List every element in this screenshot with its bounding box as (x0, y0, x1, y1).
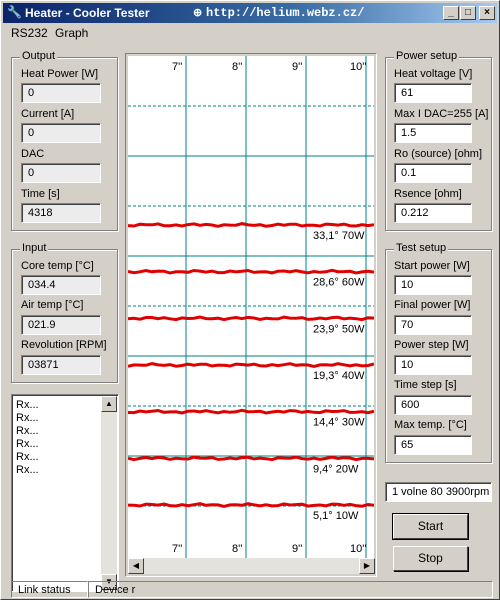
time-step-label: Time step [s] (394, 379, 457, 391)
revolution-value: 03871 (21, 355, 101, 375)
max-temp-label: Max temp. [°C] (394, 419, 467, 431)
status-bar: Link status Device r (3, 579, 497, 599)
chart-x-tick-label-top: 8'' (232, 61, 242, 73)
air-temp-value: 021.9 (21, 315, 101, 335)
heat-power-label: Heat Power [W] (21, 68, 99, 80)
chart-series-label: 23,9° 50W (313, 323, 365, 335)
temperature-chart: 7'' 7'' 8'' 8'' 9'' 9'' 10'' 10'' 33,1° 70W 28,6°… (128, 56, 374, 558)
link-status-panel: Link status (11, 581, 88, 598)
log-listbox[interactable]: Rx... Rx... Rx... Rx... Rx... Rx... ▲ ▼ (11, 394, 119, 592)
current-value: 0 (21, 123, 101, 143)
chart-series-label: 5,1° 10W (313, 510, 359, 522)
menu-bar: RS232 Graph (3, 23, 497, 41)
heat-voltage-input[interactable]: 61 (394, 83, 472, 103)
start-button[interactable]: Start (392, 513, 469, 540)
globe-icon: ⊕ (193, 7, 203, 19)
device-status-panel: Device r (88, 581, 493, 598)
power-step-input[interactable]: 10 (394, 355, 472, 375)
dac-label: DAC (21, 148, 45, 160)
ro-source-label: Ro (source) [ohm] (394, 148, 483, 160)
log-item[interactable]: Rx... (16, 451, 39, 463)
dac-value: 0 (21, 163, 101, 183)
chart-series-label: 28,6° 60W (313, 277, 365, 289)
log-item[interactable]: Rx... (16, 438, 39, 450)
chart-panel: 7'' 7'' 8'' 8'' 9'' 9'' 10'' 10'' 33,1° 70W 28,6°… (125, 53, 377, 577)
title-bar[interactable]: 🔧 Heater - Cooler Tester ⊕ http://helium… (3, 3, 497, 23)
chart-x-tick-label-bottom: 7'' (172, 543, 182, 555)
minimize-button[interactable]: _ (443, 6, 459, 20)
chart-x-tick-label-bottom: 10'' (350, 543, 366, 555)
log-item[interactable]: Rx... (16, 464, 39, 476)
power-step-label: Power step [W] (394, 339, 469, 351)
chart-series-label: 33,1° 70W (313, 230, 365, 242)
time-value: 4318 (21, 203, 101, 223)
core-temp-label: Core temp [°C] (21, 260, 94, 272)
maximize-button[interactable]: □ (460, 6, 476, 20)
air-temp-label: Air temp [°C] (21, 299, 84, 311)
input-legend: Input (20, 242, 49, 254)
current-label: Current [A] (21, 108, 75, 120)
log-item[interactable]: Rx... (16, 412, 39, 424)
log-item[interactable]: Rx... (16, 399, 39, 411)
test-description-input[interactable]: 1 volne 80 3900rpm (385, 482, 492, 502)
core-temp-value: 034.4 (21, 275, 101, 295)
start-power-label: Start power [W] (394, 260, 470, 272)
window-url: http://helium.webz.cz/ (206, 6, 365, 20)
max-temp-input[interactable]: 65 (394, 435, 472, 455)
power-setup-legend: Power setup (394, 50, 460, 62)
time-label: Time [s] (21, 188, 60, 200)
stop-button[interactable]: Stop (393, 546, 468, 571)
log-scrollbar[interactable]: ▲ ▼ (101, 396, 117, 590)
final-power-input[interactable]: 70 (394, 315, 472, 335)
chart-x-tick-label-bottom: 9'' (292, 543, 302, 555)
chart-x-tick-label-top: 7'' (172, 61, 182, 73)
heat-voltage-label: Heat voltage [V] (394, 68, 473, 80)
start-power-input[interactable]: 10 (394, 275, 472, 295)
output-legend: Output (20, 50, 58, 62)
heat-power-value: 0 (21, 83, 101, 103)
test-setup-legend: Test setup (394, 242, 449, 254)
chart-x-tick-label-top: 9'' (292, 61, 302, 73)
scroll-right-arrow-icon[interactable]: ▶ (359, 558, 375, 574)
scroll-left-arrow-icon[interactable]: ◀ (128, 558, 144, 574)
app-icon: 🔧 (7, 5, 22, 19)
window-title: Heater - Cooler Tester (25, 6, 150, 20)
scroll-up-arrow-icon[interactable]: ▲ (101, 396, 117, 412)
main-window: 🔧 Heater - Cooler Tester ⊕ http://helium… (0, 0, 500, 600)
log-item[interactable]: Rx... (16, 425, 39, 437)
time-step-input[interactable]: 600 (394, 395, 472, 415)
chart-background (128, 56, 374, 558)
chart-series-line (128, 268, 374, 275)
chart-horizontal-scrollbar[interactable]: ◀ ▶ (128, 558, 375, 574)
chart-series-label: 19,3° 40W (313, 370, 365, 382)
chart-series-label: 14,4° 30W (313, 417, 365, 429)
chart-series-label: 9,4° 20W (313, 463, 359, 475)
final-power-label: Final power [W] (394, 299, 471, 311)
close-button[interactable]: × (479, 6, 495, 20)
chart-x-tick-label-top: 10'' (350, 61, 366, 73)
rsence-input[interactable]: 0.212 (394, 203, 472, 223)
chart-x-tick-label-bottom: 8'' (232, 543, 242, 555)
revolution-label: Revolution [RPM] (21, 339, 107, 351)
max-i-dac-input[interactable]: 1.5 (394, 123, 472, 143)
ro-source-input[interactable]: 0.1 (394, 163, 472, 183)
rsence-label: Rsence [ohm] (394, 188, 462, 200)
max-i-dac-label: Max I DAC=255 [A] (394, 108, 489, 120)
chart-series-line (128, 455, 374, 462)
menu-rs232[interactable]: RS232 (11, 26, 48, 40)
menu-graph[interactable]: Graph (55, 26, 88, 40)
